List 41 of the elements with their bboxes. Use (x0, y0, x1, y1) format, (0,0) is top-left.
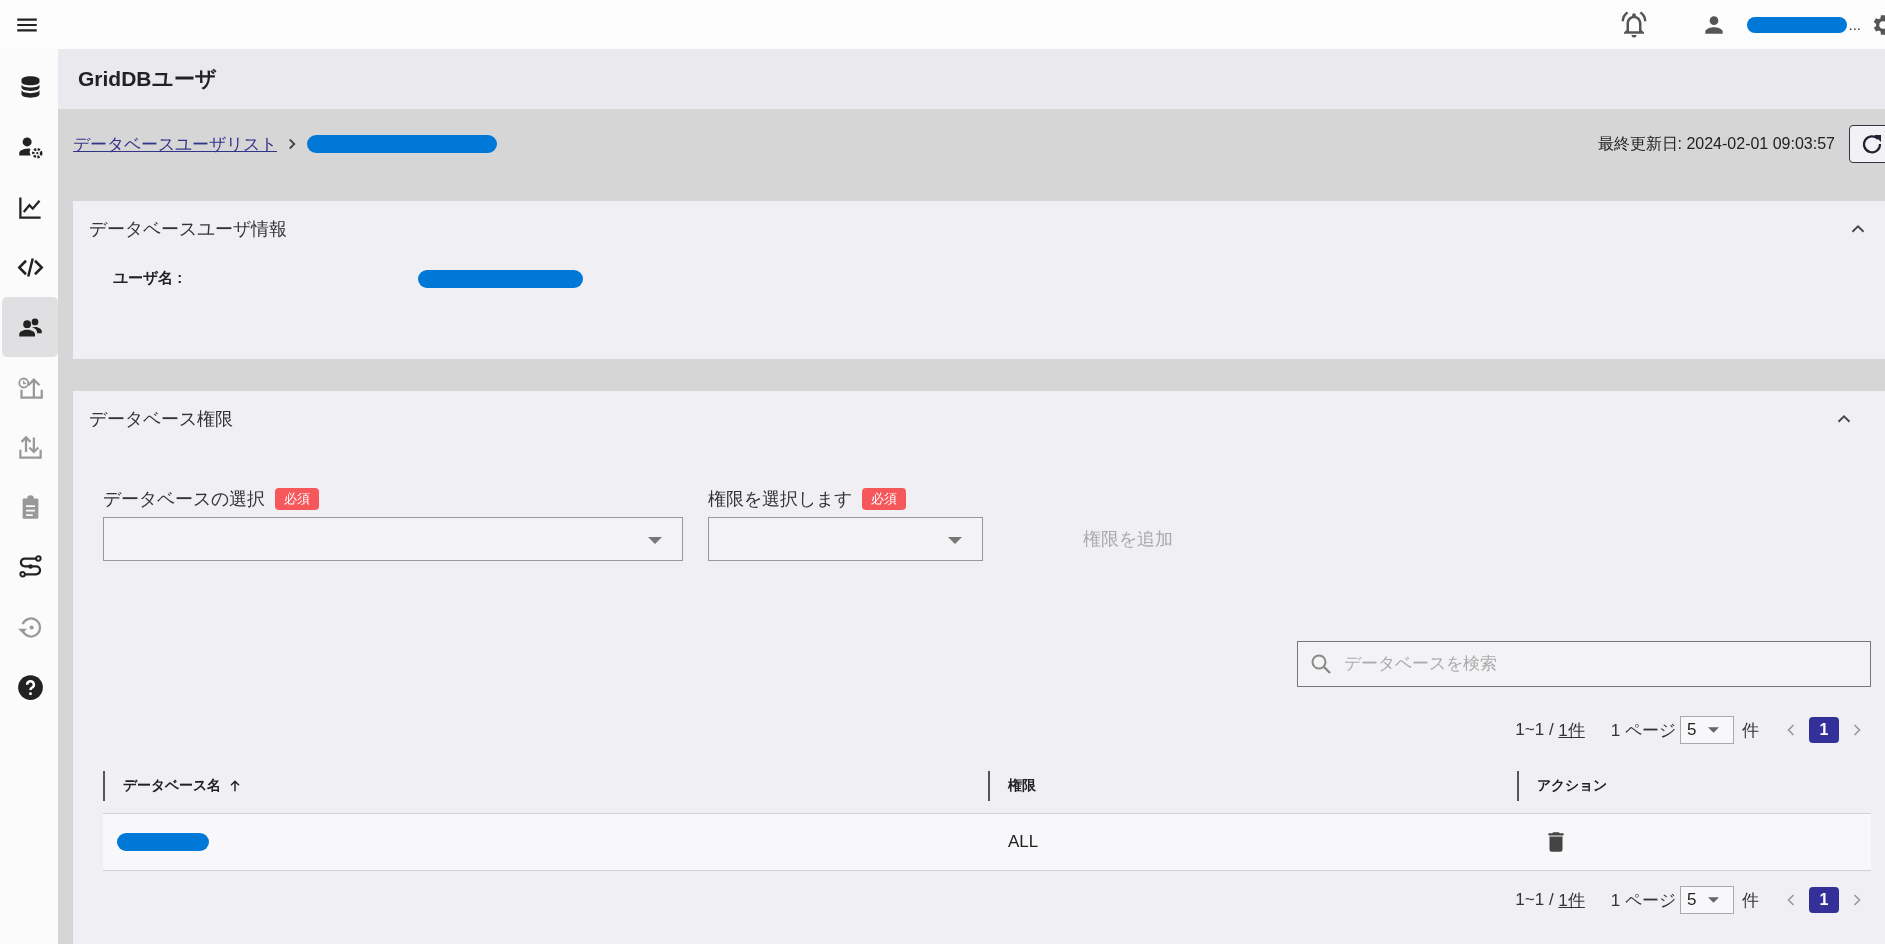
user-name[interactable]: ... (1848, 16, 1861, 33)
transfer-icon (16, 433, 44, 461)
last-updated-text: 最終更新日: 2024-02-01 09:03:57 (1597, 133, 1835, 154)
refresh-icon (1860, 132, 1884, 156)
per-page-select[interactable]: 5 (1680, 886, 1734, 914)
user-name-label: ユーザ名 : (113, 269, 184, 288)
table-cell: ALL (1008, 832, 1039, 852)
sidebar-item[interactable] (2, 297, 58, 357)
required-tag: 必須 (275, 488, 319, 510)
select-label: 権限を選択します (708, 488, 852, 511)
column-header[interactable]: アクション (1537, 777, 1607, 795)
search-field[interactable]: データベースを検索 (1297, 641, 1871, 687)
section-title: データベースユーザ情報 (89, 218, 287, 241)
bell-icon[interactable] (1619, 9, 1649, 40)
total-count-link[interactable]: 1件 (1558, 888, 1585, 912)
per-page-select[interactable]: 5 (1680, 716, 1734, 744)
search-icon (1309, 652, 1333, 676)
breadcrumb-link[interactable]: データベースユーザリスト (73, 132, 277, 156)
range-text: 1~1 / (1515, 890, 1555, 910)
required-tag: 必須 (862, 488, 906, 510)
total-count-link[interactable]: 1件 (1558, 718, 1585, 742)
per-page-label: 1 ページ (1610, 889, 1676, 912)
help-icon (16, 673, 44, 701)
dropdown-icon (648, 537, 662, 544)
privilege-select[interactable] (708, 517, 983, 561)
column-header[interactable]: データベース名 (123, 777, 221, 795)
page-button[interactable]: 1 (1809, 717, 1839, 743)
dropdown-icon (1708, 727, 1720, 733)
page-title: GridDBユーザ (78, 66, 217, 92)
database-select[interactable] (103, 517, 683, 561)
dropdown-icon (948, 537, 962, 544)
range-text: 1~1 / (1515, 720, 1555, 740)
unit-label: 件 (1742, 889, 1759, 912)
section-title: データベース権限 (89, 408, 233, 431)
dropdown-icon (1708, 897, 1720, 903)
page-button[interactable]: 1 (1809, 887, 1839, 913)
per-page-label: 1 ページ (1610, 719, 1676, 742)
refresh-button[interactable] (1849, 125, 1885, 163)
select-label: データベースの選択 (103, 488, 265, 511)
column-header[interactable]: 権限 (1008, 777, 1036, 795)
unit-label: 件 (1742, 719, 1759, 742)
